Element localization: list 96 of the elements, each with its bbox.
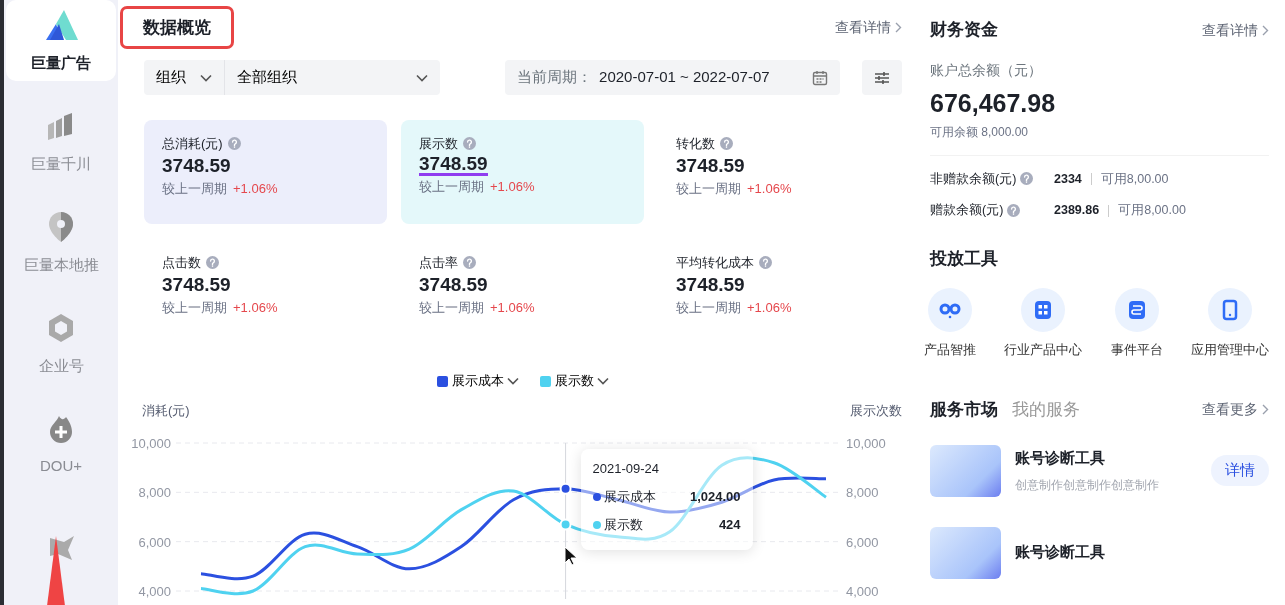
help-icon [720,137,733,151]
sliders-icon [874,70,890,85]
service-title: 账号诊断工具 [1015,448,1106,469]
help-icon [759,256,772,270]
balance-row-label: 赠款余额(元) [930,202,1004,220]
metric-value: 3748.59 [162,153,231,178]
metric-label: 展示数 [419,135,458,153]
metric-label: 转化数 [676,135,715,153]
tool-shortcut[interactable]: 行业产品中心 [1004,287,1083,359]
metric-value: 3748.59 [676,153,745,178]
change-value: +1.06% [747,300,792,316]
service-title: 账号诊断工具 [1015,542,1106,563]
tool-shortcut[interactable]: 应用管理中心 [1191,287,1269,359]
group-select[interactable]: 组织 [144,60,224,95]
service-description: 创意制作创意制作创意制作 [1015,476,1160,494]
axis-title: 消耗(元) [142,402,190,420]
metric-card[interactable]: 总消耗(元) 3748.59 较上一周期 +1.06% [144,120,387,224]
axis-tick-label: 10,000 [131,435,171,451]
balance-row-available: 可用8,00.00 [1118,202,1186,220]
available-balance: 可用余额 8,000.00 [930,123,1030,141]
compare-label: 较上一周期 [419,300,484,316]
sidebar-item[interactable]: 巨量广告 [6,0,116,81]
axis-tick-label: 4,000 [846,583,879,599]
compare-label: 较上一周期 [676,181,741,197]
metric-value: 3748.59 [162,272,231,297]
view-details-link[interactable]: 查看详情 [835,17,902,38]
chevron-right-icon [1262,24,1269,36]
metric-value: 3748.59 [676,272,745,297]
data-point [559,482,572,495]
org-select[interactable]: 全部组织 [224,60,441,95]
metric-label: 平均转化成本 [676,254,754,272]
view-more-link[interactable]: 查看更多 [1202,399,1269,421]
chevron-down-icon [597,377,609,385]
change-value: +1.06% [233,181,278,197]
tooltip-series-name: 展示成本 [604,488,657,507]
help-icon [1006,204,1020,218]
axis-tick-label: 6,000 [846,534,879,550]
compare-label: 较上一周期 [419,179,484,195]
help-icon [1019,172,1033,186]
help-icon [227,137,241,151]
axis-tick-label: 6,000 [138,534,171,550]
metric-value: 3748.59 [419,272,488,297]
details-button[interactable]: 详情 [1211,455,1269,486]
axis-tick-label: 10,000 [846,435,886,451]
axis-tick-label: 4,000 [138,583,171,599]
balance-label: 账户总余额（元） [930,61,1043,80]
tooltip-series-name: 展示数 [604,515,644,534]
legend-swatch [540,375,551,387]
help-icon [463,137,476,151]
help-icon [463,256,476,270]
balance-row-label: 非赠款余额(元) [930,170,1017,188]
view-details-link[interactable]: 查看详情 [1202,19,1269,41]
axis-tick-label: 8,000 [846,484,879,500]
change-value: +1.06% [747,181,792,197]
change-value: +1.06% [490,300,535,316]
tooltip-value: 1,024.00 [689,488,741,507]
compare-label: 较上一周期 [162,300,227,316]
tooltip-date: 2021-09-24 [592,459,661,478]
legend-item[interactable]: 展示成本 [437,371,519,391]
change-value: +1.06% [490,179,535,195]
chevron-right-icon [895,22,902,33]
legend-swatch [437,375,448,387]
chevron-down-icon [200,73,212,82]
service-thumbnail [930,526,1001,579]
metric-value: 3748.59 [419,153,488,177]
balance-row-amount: 2389.86 [1054,202,1100,220]
data-point [559,517,572,530]
compare-label: 较上一周期 [676,300,741,316]
filter-settings-button[interactable] [862,60,902,95]
compare-label: 较上一周期 [162,181,227,197]
tab[interactable]: 服务市场 [930,397,998,423]
tooltip-value: 424 [718,515,741,534]
balance-row-available: 可用8,00.00 [1100,170,1169,188]
section-title: 数据概览 [120,5,234,50]
metric-label: 点击数 [162,254,201,272]
change-value: +1.06% [233,300,278,316]
period-value: 2020-07-01 ~ 2022-07-07 [599,67,770,88]
axis-tick-label: 8,000 [138,484,171,500]
help-icon [206,256,219,270]
legend-item[interactable]: 展示数 [540,371,609,391]
axis-title: 展示次数 [850,402,902,420]
chevron-down-icon [507,377,519,385]
metric-label: 总消耗(元) [162,135,223,153]
metric-label: 点击率 [419,254,458,272]
chevron-right-icon [1262,404,1269,416]
section-title: 财务资金 [930,19,998,42]
period-field[interactable]: 当前周期： 2020-07-01 ~ 2022-07-07 [505,60,840,95]
calendar-icon [812,69,828,86]
cursor-icon [563,545,578,566]
metric-card[interactable]: 展示数 3748.59 较上一周期 +1.06% [401,120,644,224]
chevron-down-icon [416,73,429,82]
service-thumbnail [930,444,1001,497]
section-title: 投放工具 [930,248,999,270]
balance-amount: 676,467.98 [930,88,1057,119]
balance-row-amount: 2334 [1054,170,1082,188]
period-label: 当前周期： [517,67,593,88]
